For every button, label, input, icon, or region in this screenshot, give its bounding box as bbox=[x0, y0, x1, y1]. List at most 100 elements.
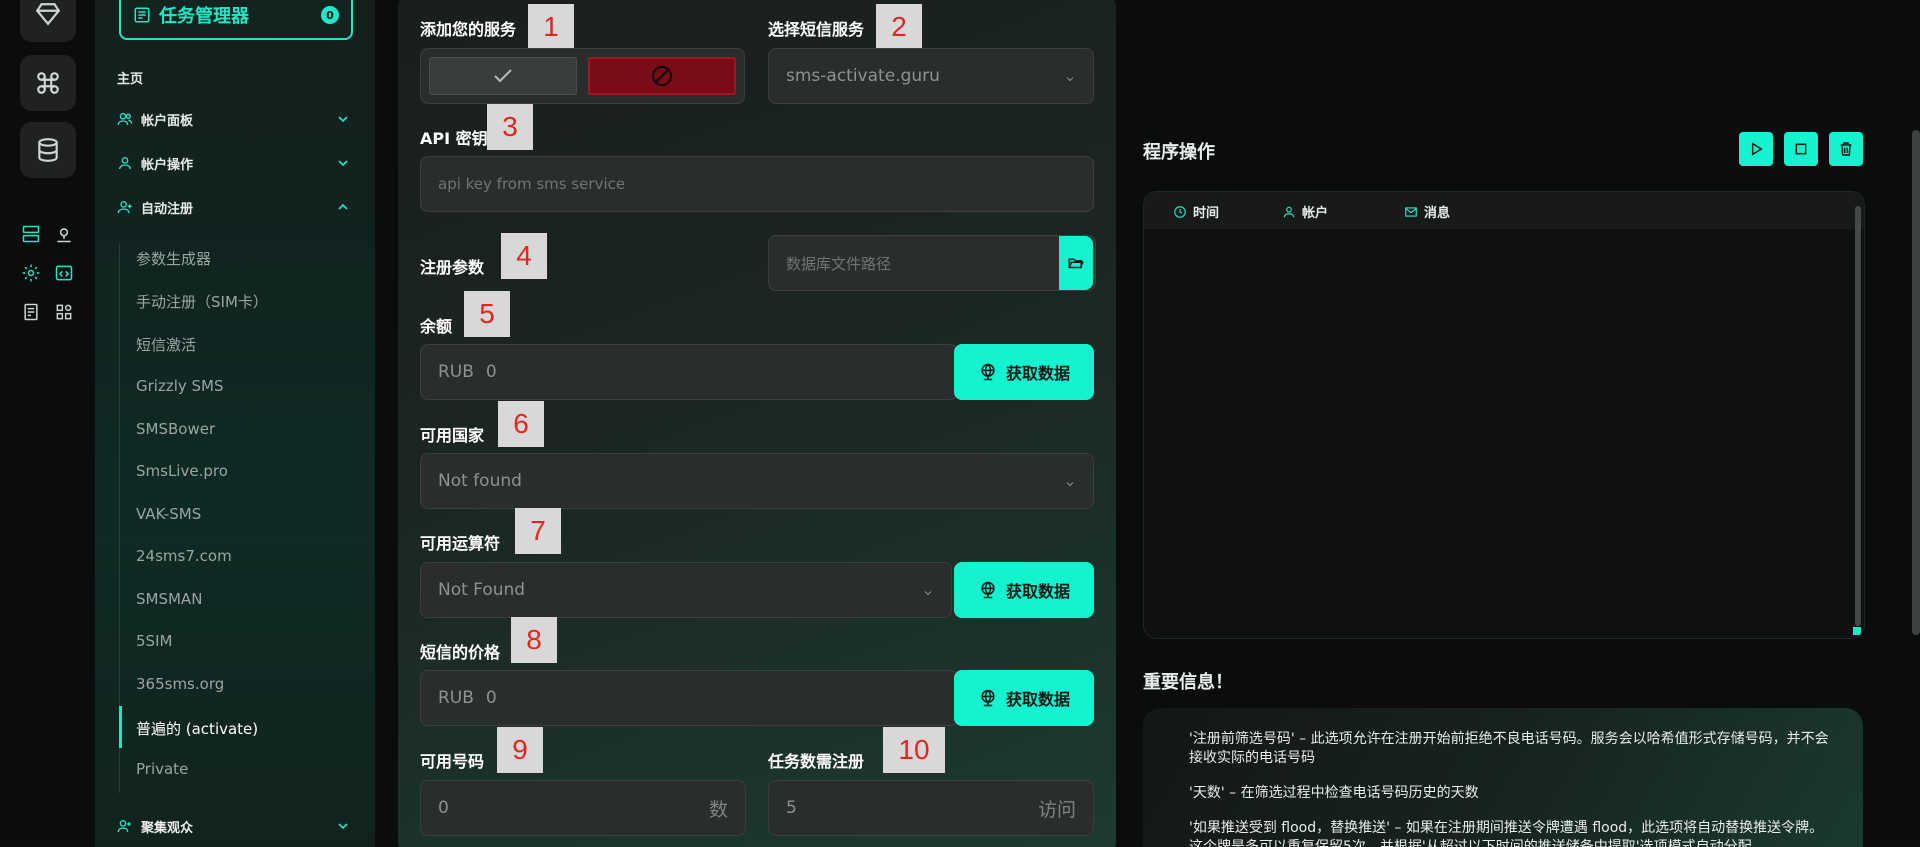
folder-open-icon bbox=[1068, 258, 1084, 269]
log-col-time[interactable]: 时间 bbox=[1173, 202, 1219, 221]
sms-service-select[interactable]: sms-activate.guru bbox=[768, 48, 1094, 104]
sidebar-item-5sim[interactable]: 5SIM bbox=[136, 632, 172, 650]
annotation-9: 9 bbox=[497, 727, 543, 773]
tasks-count-label: 任务数需注册 bbox=[768, 752, 865, 771]
chevron-down-icon bbox=[338, 823, 348, 830]
sidebar-group-audience[interactable]: 聚集观众 bbox=[117, 815, 351, 837]
operators-select[interactable]: Not Found bbox=[420, 562, 952, 618]
sidebar: 任务管理器 0 主页 帐户面板 帐户操作 自动注册 参数生成器 手动注册（SIM… bbox=[95, 0, 375, 847]
fetch-balance-button[interactable]: 获取数据 bbox=[954, 344, 1094, 400]
countries-select[interactable]: Not found bbox=[420, 453, 1094, 509]
globe-icon bbox=[981, 689, 995, 707]
sidebar-item-universal-activate[interactable]: 普遍的 (activate) bbox=[136, 718, 258, 739]
numbers-value: 0 bbox=[438, 798, 449, 818]
task-list-icon bbox=[134, 7, 150, 23]
sidebar-item-smsbower[interactable]: SMSBower bbox=[136, 420, 215, 438]
annotation-1: 1 bbox=[528, 4, 574, 50]
sidebar-group-account-ops[interactable]: 帐户操作 bbox=[117, 152, 351, 174]
fetch-operators-button[interactable]: 获取数据 bbox=[954, 562, 1094, 618]
sidebar-home[interactable]: 主页 bbox=[117, 68, 143, 87]
sidebar-item-vak-sms[interactable]: VAK-SMS bbox=[136, 505, 201, 523]
db-path-input[interactable]: 数据库文件路径 bbox=[768, 235, 1096, 291]
enable-service-button[interactable] bbox=[429, 57, 577, 95]
sidebar-item-grizzly-sms[interactable]: Grizzly SMS bbox=[136, 377, 224, 395]
diamond-icon-button[interactable] bbox=[20, 0, 76, 42]
info-line: '天数' – 在筛选过程中检查电话号码历史的天数 bbox=[1189, 785, 1479, 801]
balance-label: 余额 bbox=[420, 317, 453, 336]
page-scrollbar[interactable] bbox=[1912, 130, 1920, 635]
tasks-value: 5 bbox=[786, 798, 797, 818]
resize-handle[interactable] bbox=[1853, 627, 1861, 635]
database-icon-button[interactable] bbox=[20, 122, 76, 178]
select-sms-service-label: 选择短信服务 bbox=[768, 20, 865, 39]
chevron-down-icon bbox=[338, 160, 348, 167]
trash-icon bbox=[1840, 142, 1852, 156]
balance-currency: RUB bbox=[438, 362, 474, 382]
command-icon-button[interactable] bbox=[20, 55, 76, 111]
chevron-down-icon bbox=[1064, 475, 1076, 487]
log-scrollbar[interactable] bbox=[1855, 206, 1861, 626]
operators-label: 可用运算符 bbox=[420, 534, 501, 553]
check-icon bbox=[494, 69, 512, 83]
log-col-label: 消息 bbox=[1424, 206, 1451, 221]
annotation-8: 8 bbox=[511, 617, 557, 663]
numbers-input[interactable]: 0 数 bbox=[420, 780, 746, 836]
log-header: 时间 帐户 消息 bbox=[1144, 192, 1864, 229]
browse-folder-button[interactable] bbox=[1059, 236, 1093, 290]
sidebar-group-label: 聚集观众 bbox=[141, 820, 194, 836]
command-icon bbox=[37, 72, 59, 94]
chevron-down-icon bbox=[922, 584, 934, 596]
prohibit-icon bbox=[651, 65, 673, 87]
task-manager-button[interactable]: 任务管理器 0 bbox=[119, 0, 353, 40]
code-window-icon[interactable] bbox=[53, 262, 75, 284]
sidebar-item-smsman[interactable]: SMSMAN bbox=[136, 590, 202, 608]
stop-button[interactable] bbox=[1784, 132, 1818, 166]
operators-value: Not Found bbox=[438, 580, 526, 600]
stop-icon bbox=[1795, 143, 1807, 155]
operations-log[interactable]: 时间 帐户 消息 bbox=[1143, 191, 1865, 639]
info-title: 重要信息！ bbox=[1143, 672, 1233, 693]
sidebar-item-365sms[interactable]: 365sms.org bbox=[136, 675, 224, 693]
sms-price-field: RUB 0 bbox=[420, 670, 958, 726]
mail-icon bbox=[1405, 206, 1417, 217]
price-value: 0 bbox=[485, 688, 497, 708]
fetch-label: 获取数据 bbox=[1005, 582, 1070, 601]
fetch-label: 获取数据 bbox=[1005, 690, 1070, 709]
info-panel: '注册前筛选号码' – 此选项允许在注册开始前拒绝不良电话号码。服务会以哈希值形… bbox=[1143, 708, 1863, 847]
tasks-input[interactable]: 5 访问 bbox=[768, 780, 1094, 836]
diamond-icon bbox=[35, 3, 61, 26]
sidebar-group-account-panel[interactable]: 帐户面板 bbox=[117, 108, 351, 130]
service-toggle bbox=[420, 48, 745, 104]
fetch-price-button[interactable]: 获取数据 bbox=[954, 670, 1094, 726]
available-numbers-label: 可用号码 bbox=[420, 752, 485, 771]
task-manager-label: 任务管理器 bbox=[159, 6, 249, 27]
delete-button[interactable] bbox=[1829, 132, 1863, 166]
sidebar-item-smslive[interactable]: SmsLive.pro bbox=[136, 462, 228, 480]
sidebar-item-sms-activation[interactable]: 短信激活 bbox=[136, 334, 196, 355]
grid-shapes-icon[interactable] bbox=[53, 301, 75, 323]
log-col-account[interactable]: 帐户 bbox=[1282, 202, 1328, 221]
sidebar-item-private[interactable]: Private bbox=[136, 760, 188, 778]
clock-icon bbox=[1174, 205, 1186, 218]
settings-gear-icon[interactable] bbox=[20, 262, 42, 284]
play-icon bbox=[1751, 142, 1763, 156]
log-col-message[interactable]: 消息 bbox=[1404, 202, 1450, 221]
globe-icon bbox=[981, 363, 995, 381]
annotation-2: 2 bbox=[876, 4, 922, 50]
play-button[interactable] bbox=[1739, 132, 1773, 166]
tasks-suffix: 访问 bbox=[1037, 798, 1076, 821]
disable-service-button[interactable] bbox=[588, 57, 736, 95]
balance-field: RUB 0 bbox=[420, 344, 958, 400]
map-pin-icon[interactable] bbox=[53, 223, 75, 245]
add-service-label: 添加您的服务 bbox=[420, 20, 517, 39]
sidebar-item-param-generator[interactable]: 参数生成器 bbox=[136, 248, 211, 269]
document-check-icon[interactable] bbox=[20, 301, 42, 323]
sidebar-group-auto-register[interactable]: 自动注册 bbox=[117, 196, 351, 218]
server-list-icon[interactable] bbox=[20, 223, 42, 245]
sidebar-item-24sms7[interactable]: 24sms7.com bbox=[136, 547, 232, 565]
sidebar-item-manual-sim[interactable]: 手动注册（SIM卡） bbox=[136, 291, 268, 312]
api-key-input[interactable]: api key from sms service bbox=[420, 156, 1094, 212]
api-key-label: API 密钥 bbox=[420, 129, 488, 148]
audience-icon bbox=[117, 820, 131, 833]
annotation-5: 5 bbox=[464, 291, 510, 337]
